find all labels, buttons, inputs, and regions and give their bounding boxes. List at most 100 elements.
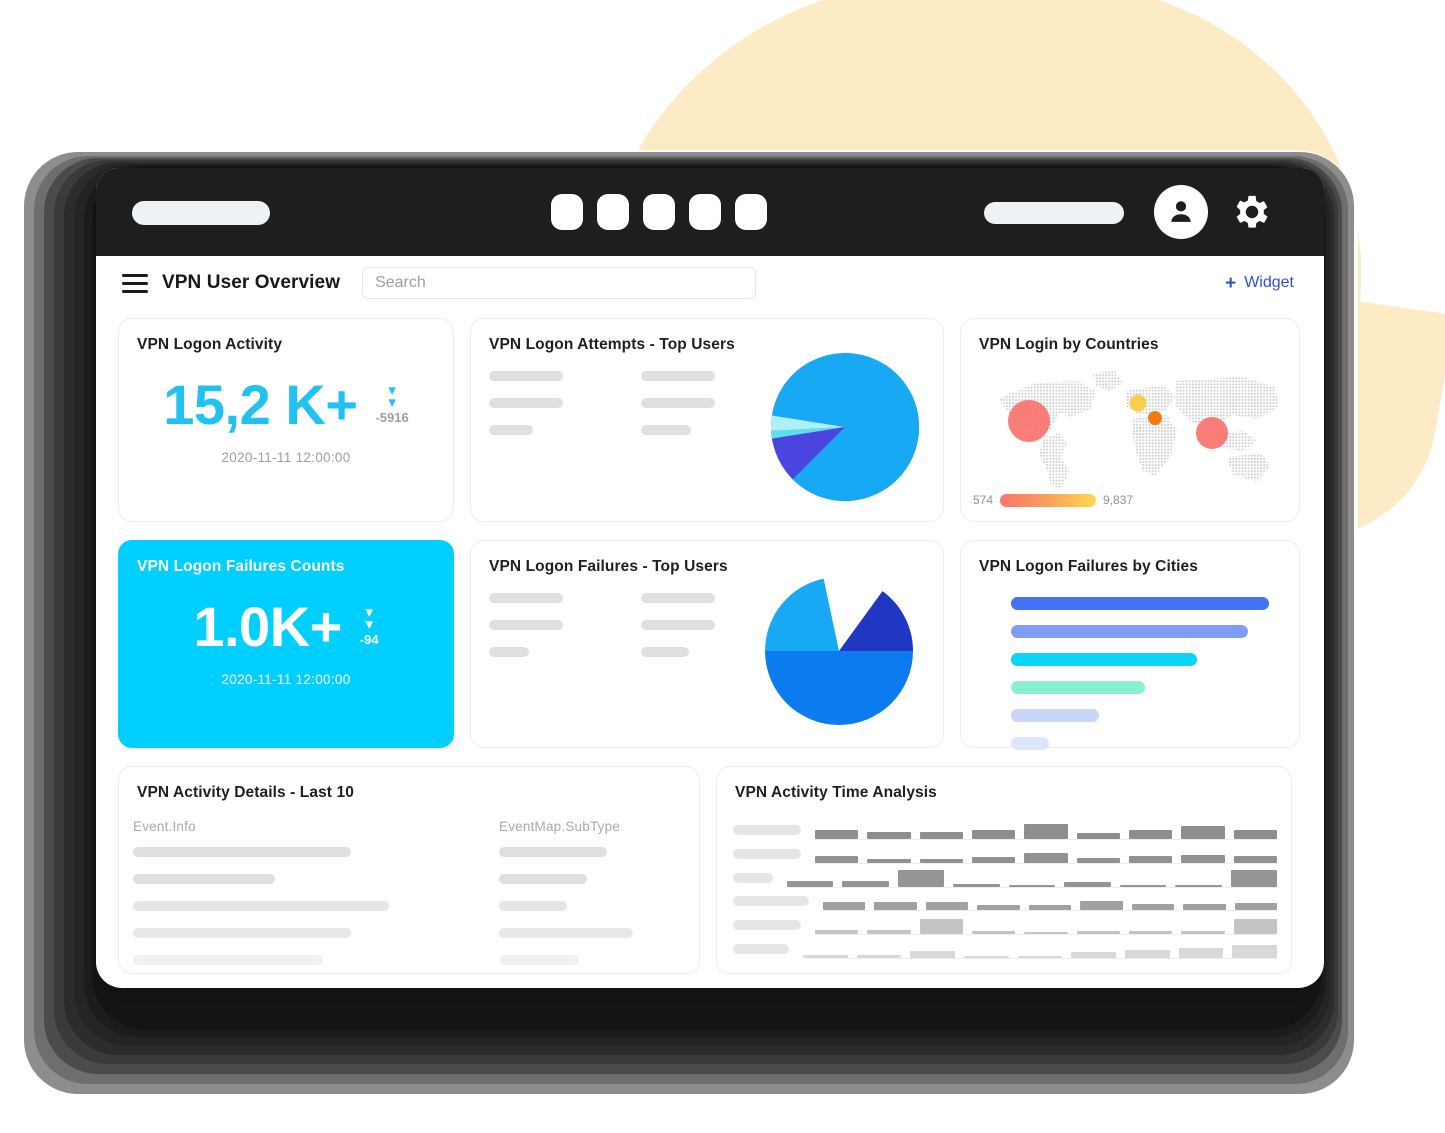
time-cell[interactable] [971, 931, 1016, 935]
time-cell[interactable] [1017, 955, 1063, 958]
add-widget-button[interactable]: + Widget [1225, 274, 1294, 293]
time-cell[interactable] [1008, 884, 1056, 887]
time-cell[interactable] [815, 855, 859, 863]
time-cell[interactable] [867, 930, 911, 935]
chrome-address-pill[interactable] [132, 201, 270, 225]
kpi-delta-value: -94 [359, 631, 379, 647]
card-vpn-activity-time-analysis[interactable]: VPN Activity Time Analysis [716, 766, 1292, 974]
time-cell[interactable] [1181, 931, 1225, 935]
time-cell[interactable] [1175, 884, 1222, 887]
time-cell[interactable] [1024, 932, 1068, 935]
card-vpn-logon-failures-counts[interactable]: VPN Logon Failures Counts 1.0K+ ▾ ▾ -94 2… [118, 540, 454, 748]
card-title: VPN Logon Attempts - Top Users [489, 336, 735, 353]
time-cell[interactable] [815, 930, 859, 935]
row-label-placeholder [733, 943, 789, 954]
time-cell[interactable] [856, 954, 902, 958]
bar-city-2[interactable] [1011, 625, 1248, 638]
time-cell[interactable] [919, 858, 963, 863]
card-vpn-logon-failures-top-users[interactable]: VPN Logon Failures - Top Users [470, 540, 944, 748]
time-cell[interactable] [897, 869, 945, 887]
time-cell[interactable] [803, 954, 848, 958]
time-cell[interactable] [1131, 904, 1175, 911]
time-cell[interactable] [1233, 830, 1277, 839]
time-cell[interactable] [1024, 824, 1068, 839]
legend-gradient-bar [1000, 493, 1097, 507]
time-cell[interactable] [1076, 931, 1120, 935]
chrome-tab-strip[interactable] [551, 194, 767, 230]
time-cell[interactable] [1178, 947, 1224, 958]
hamburger-menu-icon[interactable] [122, 273, 148, 293]
time-cell[interactable] [1181, 826, 1225, 839]
chrome-tab[interactable] [551, 194, 583, 230]
time-cell[interactable] [874, 902, 917, 911]
placeholder-bar [641, 593, 715, 603]
user-avatar-icon[interactable] [1154, 185, 1208, 239]
time-cell[interactable] [1234, 903, 1277, 911]
time-cell[interactable] [1125, 949, 1170, 958]
bar-city-6[interactable] [1011, 737, 1049, 750]
time-cell[interactable] [1233, 855, 1277, 863]
time-cell[interactable] [925, 902, 969, 911]
time-cell[interactable] [1076, 833, 1120, 839]
table-row[interactable] [133, 874, 685, 884]
time-cell[interactable] [867, 858, 911, 863]
double-chevron-down-icon: ▾ ▾ [388, 382, 396, 411]
table-row[interactable] [133, 901, 685, 911]
chrome-tab[interactable] [597, 194, 629, 230]
time-cell[interactable] [1232, 944, 1278, 958]
placeholder-column [489, 371, 563, 435]
time-cell[interactable] [867, 832, 911, 839]
time-cell[interactable] [971, 856, 1016, 863]
time-cell[interactable] [1181, 854, 1225, 863]
time-cell[interactable] [1183, 904, 1226, 911]
chrome-tab[interactable] [735, 194, 767, 230]
time-cell[interactable] [919, 919, 963, 935]
time-cell[interactable] [1233, 919, 1277, 935]
time-cell[interactable] [1076, 857, 1120, 863]
gear-icon[interactable] [1226, 186, 1278, 238]
time-cell[interactable] [823, 902, 866, 911]
bar-city-1[interactable] [1011, 597, 1269, 610]
card-vpn-logon-activity[interactable]: VPN Logon Activity 15,2 K+ ▾ ▾ -5916 2020… [118, 318, 454, 522]
time-cell[interactable] [1230, 869, 1277, 887]
card-vpn-logon-attempts-top-users[interactable]: VPN Logon Attempts - Top Users [470, 318, 944, 522]
bar-city-4[interactable] [1011, 681, 1145, 694]
time-cell[interactable] [842, 880, 889, 887]
double-chevron-down-icon: ▾ ▾ [365, 604, 373, 633]
row-label-placeholder [733, 825, 801, 835]
time-cell[interactable] [787, 880, 834, 887]
time-cell[interactable] [910, 950, 956, 958]
time-cell[interactable] [1128, 855, 1173, 863]
pie-chart-logon-failures[interactable] [765, 577, 913, 730]
dashboard-toolbar: VPN User Overview + Widget [96, 256, 1324, 310]
time-cell[interactable] [1071, 951, 1117, 958]
time-cell[interactable] [1128, 830, 1173, 839]
time-cell[interactable] [1119, 884, 1167, 887]
card-vpn-activity-details[interactable]: VPN Activity Details - Last 10 Event.Inf… [118, 766, 700, 974]
time-cell[interactable] [919, 832, 963, 839]
time-cell[interactable] [953, 883, 1000, 887]
card-vpn-logon-failures-by-cities[interactable]: VPN Logon Failures by Cities [960, 540, 1300, 750]
card-vpn-login-by-countries[interactable]: VPN Login by Countries 574 9,837 [960, 318, 1300, 522]
table-row[interactable] [133, 847, 685, 857]
time-cell[interactable] [971, 830, 1016, 839]
pie-chart-logon-attempts[interactable] [771, 353, 920, 506]
time-cell[interactable] [964, 955, 1009, 958]
bar-city-3[interactable] [1011, 653, 1197, 666]
search-input[interactable] [362, 267, 757, 299]
time-cell[interactable] [1080, 901, 1123, 911]
table-row[interactable] [133, 928, 685, 938]
chrome-secondary-pill[interactable] [984, 202, 1124, 224]
column-header-event-info: Event.Info [133, 819, 196, 834]
table-row[interactable] [133, 955, 685, 965]
chrome-tab[interactable] [643, 194, 675, 230]
time-cell[interactable] [815, 830, 859, 839]
world-map-chart[interactable] [975, 365, 1287, 496]
time-cell[interactable] [1024, 852, 1068, 863]
time-cell[interactable] [1064, 881, 1111, 887]
bar-city-5[interactable] [1011, 709, 1099, 722]
chrome-tab[interactable] [689, 194, 721, 230]
time-cell[interactable] [1028, 905, 1072, 911]
time-cell[interactable] [1128, 931, 1173, 935]
time-cell[interactable] [977, 905, 1020, 911]
